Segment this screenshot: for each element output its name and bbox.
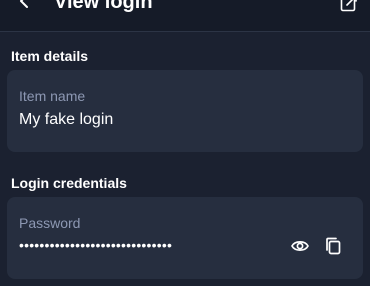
chevron-left-icon[interactable]	[18, 0, 32, 8]
item-name-value[interactable]: My fake login	[19, 111, 113, 129]
copy-icon[interactable]	[323, 236, 343, 256]
item-name-label: Item name	[19, 88, 86, 104]
page-header: View login	[0, 0, 370, 32]
item-details-heading: Item details	[11, 48, 89, 64]
eye-icon[interactable]	[290, 236, 310, 256]
edit-external-icon[interactable]	[340, 0, 358, 12]
item-details-card: Item name My fake login	[7, 70, 363, 152]
login-credentials-card: Password ••••••••••••••••••••••••••••••	[7, 197, 363, 279]
page-title: View login	[54, 0, 153, 13]
password-label: Password	[19, 215, 81, 231]
password-value[interactable]: ••••••••••••••••••••••••••••••	[19, 237, 284, 253]
login-credentials-heading: Login credentials	[11, 175, 127, 191]
